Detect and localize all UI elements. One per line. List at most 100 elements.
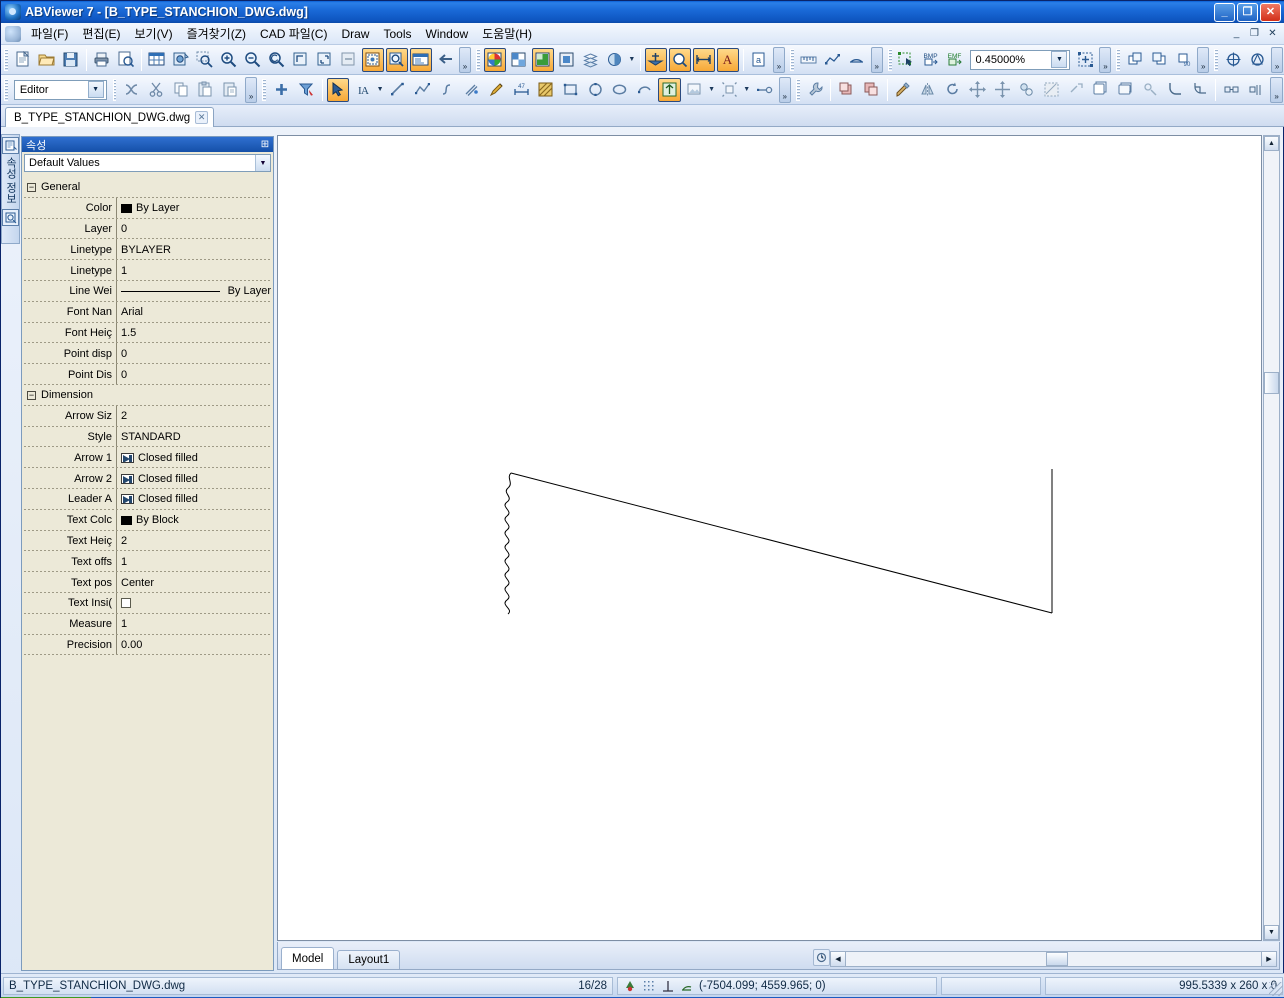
property-row-text-inside[interactable]: Text Insi(	[24, 592, 271, 614]
properties-icon[interactable]	[2, 137, 19, 154]
toolbar-grip[interactable]	[1116, 48, 1121, 71]
toolbar-grip[interactable]	[1214, 48, 1218, 71]
wrench-icon[interactable]	[804, 78, 827, 102]
refresh-layouts-icon[interactable]	[813, 949, 830, 966]
align-left-icon[interactable]	[1220, 78, 1243, 102]
toolbar-grip[interactable]	[795, 78, 800, 101]
property-group-dimension[interactable]: − Dimension	[24, 384, 271, 406]
text-tool-icon[interactable]: IA	[351, 78, 374, 102]
menu-tools[interactable]: Tools	[376, 25, 418, 43]
toolbar-overflow-button[interactable]: »	[778, 76, 791, 103]
property-group-general[interactable]: − General	[24, 177, 271, 198]
osnap-icon[interactable]	[623, 979, 637, 993]
preview-icon[interactable]	[2, 209, 19, 227]
property-value[interactable]: 2	[117, 406, 271, 427]
layers-stack-icon[interactable]	[580, 48, 602, 72]
property-row-linetype[interactable]: Linetype BYLAYER	[24, 239, 271, 261]
measure-angle-icon[interactable]	[846, 48, 868, 72]
circle-icon[interactable]	[584, 78, 607, 102]
select-objects-icon[interactable]	[896, 48, 918, 72]
property-value-cell[interactable]: By Block	[117, 510, 271, 531]
add-icon[interactable]	[270, 78, 293, 102]
property-row-text-position[interactable]: Text pos Center	[24, 572, 271, 593]
edit-mode-dropdown-arrow-icon[interactable]: ▼	[87, 81, 104, 98]
new-file-icon[interactable]	[12, 48, 34, 72]
property-value-cell[interactable]: By Layer	[117, 198, 271, 219]
copy-view-icon[interactable]	[1124, 48, 1146, 72]
canvas-vertical-scrollbar[interactable]: ▲ ▼	[1263, 135, 1280, 941]
resize-grip[interactable]	[1269, 982, 1283, 996]
pin-icon[interactable]: ⊞	[259, 139, 271, 150]
polyline-icon[interactable]	[411, 78, 434, 102]
property-value-cell[interactable]	[117, 593, 271, 614]
horizontal-scroll-track[interactable]	[846, 951, 1261, 967]
snap-center-icon[interactable]	[1222, 48, 1244, 72]
dimension-icon[interactable]	[692, 47, 715, 72]
property-row-arrow-1[interactable]: Arrow 1 Closed filled	[24, 447, 271, 469]
zoom-window-icon[interactable]	[194, 48, 216, 72]
property-row-text-height[interactable]: Text Heiç 2	[24, 530, 271, 552]
batch-convert-icon[interactable]	[170, 48, 192, 72]
property-value[interactable]: BYLAYER	[117, 239, 271, 260]
zoom-all-icon[interactable]	[290, 48, 312, 72]
property-row-text-color[interactable]: Text Colc By Block	[24, 509, 271, 531]
vertical-dock-label[interactable]: 속성 정보	[3, 157, 19, 204]
property-value[interactable]: Center	[117, 572, 271, 593]
offset-icon[interactable]	[1090, 78, 1113, 102]
document-tab-close-icon[interactable]: ✕	[195, 111, 209, 124]
rotate-90-icon[interactable]: 90	[1172, 48, 1194, 72]
property-value[interactable]: 0	[117, 364, 271, 385]
mdi-close-button[interactable]: ✕	[1264, 26, 1281, 41]
zoom-level-combo[interactable]: 0.45000% ▼	[969, 49, 1071, 70]
menu-favorites[interactable]: 즐겨찾기(Z)	[180, 23, 253, 44]
property-value[interactable]: Arial	[117, 302, 271, 323]
rotate-icon[interactable]	[941, 78, 964, 102]
zoom-in-icon[interactable]	[218, 48, 240, 72]
block-insert-icon[interactable]	[658, 77, 681, 102]
multiline-icon[interactable]	[460, 78, 483, 102]
render-dropdown-arrow-icon[interactable]: ▼	[627, 48, 637, 72]
property-row-font-name[interactable]: Font Nan Arial	[24, 301, 271, 323]
property-row-point-display[interactable]: Point disp 0	[24, 343, 271, 365]
property-row-text-offset[interactable]: Text offs 1	[24, 551, 271, 573]
fillet-icon[interactable]	[1164, 78, 1187, 102]
paste-view-icon[interactable]	[1148, 48, 1170, 72]
undo-redo-icon[interactable]	[120, 78, 143, 102]
menu-file[interactable]: 파일(F)	[24, 23, 75, 44]
align-right-icon[interactable]	[1245, 78, 1268, 102]
toolbar-overflow-button[interactable]: »	[1099, 46, 1112, 73]
mirror-icon[interactable]	[917, 78, 940, 102]
scroll-up-arrow-icon[interactable]: ▲	[1264, 136, 1279, 151]
toolbar-grip[interactable]	[112, 78, 117, 101]
close-button[interactable]: ✕	[1260, 2, 1281, 22]
scroll-down-arrow-icon[interactable]: ▼	[1264, 925, 1279, 940]
checkbox-icon[interactable]	[121, 598, 131, 609]
print-icon[interactable]	[91, 48, 113, 72]
marker-icon[interactable]	[485, 78, 508, 102]
open-folder-icon[interactable]	[36, 48, 58, 72]
rectangle-icon[interactable]	[559, 78, 582, 102]
property-value-cell[interactable]: Closed filled	[117, 489, 271, 510]
paste-icon[interactable]	[195, 78, 218, 102]
menu-help[interactable]: 도움말(H)	[475, 23, 539, 44]
property-row-precision[interactable]: Precision 0.00	[24, 634, 271, 656]
property-value[interactable]: 1	[117, 614, 271, 635]
horizontal-scroll-thumb[interactable]	[1046, 952, 1068, 966]
canvas-horizontal-scrollbar[interactable]: ◀ ▶	[830, 951, 1277, 967]
paste-special-icon[interactable]	[219, 78, 242, 102]
toolbar-overflow-button[interactable]: »	[1271, 46, 1284, 73]
text-icon[interactable]: A	[716, 47, 739, 72]
collapse-minus-icon[interactable]: −	[27, 182, 36, 192]
collapse-minus-icon[interactable]: −	[27, 390, 36, 400]
property-row-point-distance[interactable]: Point Dis 0	[24, 364, 271, 385]
property-row-arrow-size[interactable]: Arrow Siz 2	[24, 405, 271, 427]
zoom-redo-icon[interactable]	[338, 48, 360, 72]
circle-select-icon[interactable]	[668, 47, 691, 72]
property-value[interactable]: 0	[117, 219, 271, 240]
property-row-leader-arrow[interactable]: Leader A Closed filled	[24, 488, 271, 510]
back-arrow-icon[interactable]	[434, 48, 456, 72]
property-row-font-height[interactable]: Font Heiç 1.5	[24, 322, 271, 344]
menu-window[interactable]: Window	[419, 25, 476, 43]
explode-dropdown-arrow-icon[interactable]: ▼	[742, 78, 752, 102]
measure-tool-icon[interactable]	[753, 78, 776, 102]
